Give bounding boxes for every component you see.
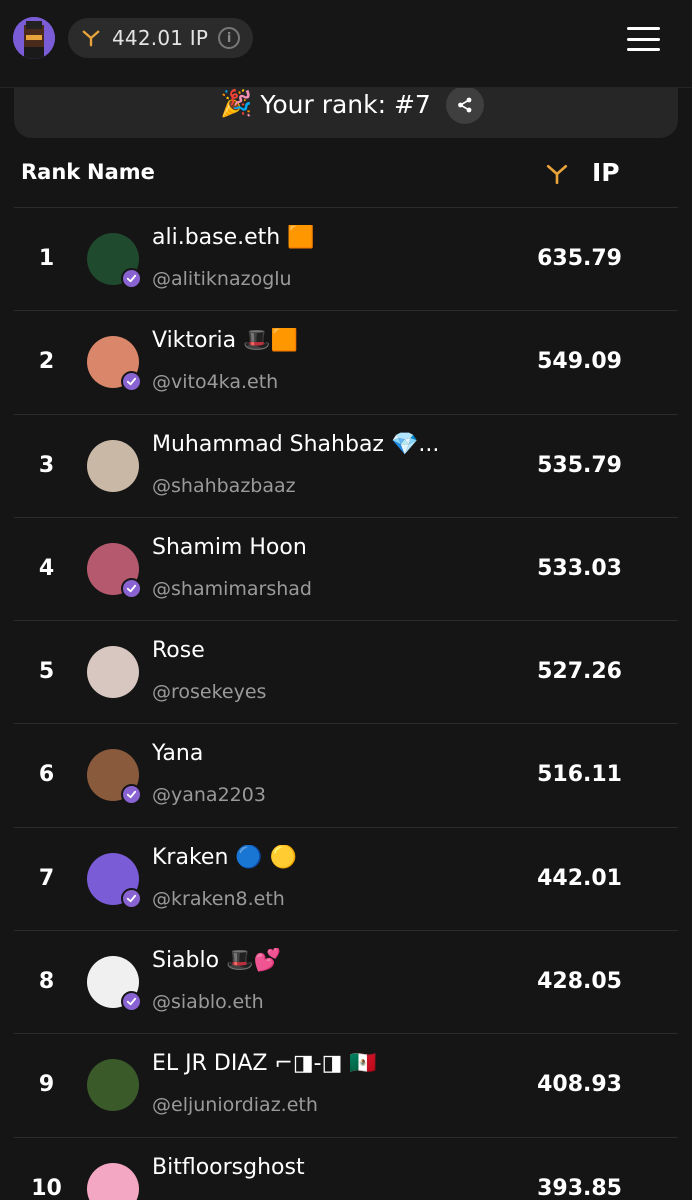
verified-badge-icon — [121, 268, 142, 289]
user-avatar[interactable] — [13, 17, 55, 59]
ip-score: 535.79 — [537, 452, 622, 478]
party-popper-icon: 🎉 — [220, 89, 253, 119]
rank-number: 1 — [38, 246, 55, 271]
ip-score: 635.79 — [537, 246, 622, 271]
rank-number: 5 — [38, 659, 55, 685]
column-header-rank[interactable]: Rank — [21, 160, 80, 184]
menu-line — [627, 37, 660, 41]
leaderboard-row[interactable]: 7 Kraken 🔵 🟡 @kraken8.eth 442.01 — [14, 828, 678, 932]
leaderboard-row[interactable]: 1 ali.base.eth 🟧 @alitiknazoglu 635.79 — [14, 208, 678, 312]
verified-badge-icon — [121, 887, 142, 909]
ip-score: 527.26 — [537, 659, 622, 685]
display-name[interactable]: Siablo 🎩💕 — [152, 948, 281, 973]
verified-badge-icon — [121, 577, 142, 599]
leaderboard-row[interactable]: 8 Siablo 🎩💕 @siablo.eth 428.05 — [14, 931, 678, 1035]
display-name[interactable]: Kraken 🔵 🟡 — [152, 845, 297, 870]
menu-line — [627, 27, 660, 30]
top-bar: 442.01 IP i — [0, 0, 692, 88]
rank-number: 7 — [38, 865, 55, 891]
display-name[interactable]: Muhammad Shahbaz 💎... — [152, 432, 439, 457]
username-handle[interactable]: @eljuniordiaz.eth — [152, 1094, 318, 1116]
rank-number: 4 — [38, 555, 55, 581]
ip-score: 516.11 — [537, 762, 622, 788]
leaderboard-row[interactable]: 3 Muhammad Shahbaz 💎... @shahbazbaaz 535… — [14, 415, 678, 518]
your-rank-label: 🎉 Your rank: #7 — [220, 89, 431, 119]
leaderboard-row[interactable]: 10 Bitfloorsghost 393.85 — [14, 1138, 678, 1200]
verified-badge-icon — [121, 371, 142, 393]
avatar[interactable] — [87, 1162, 139, 1200]
y-icon — [82, 30, 100, 47]
username-handle[interactable]: @kraken8.eth — [152, 888, 285, 910]
rank-number: 6 — [38, 762, 55, 788]
avatar[interactable] — [87, 439, 139, 492]
display-name[interactable]: ali.base.eth 🟧 — [152, 225, 315, 250]
username-handle[interactable]: @rosekeyes — [152, 681, 266, 703]
ip-score: 533.03 — [537, 555, 622, 581]
avatar[interactable] — [87, 1059, 139, 1112]
rank-number: 3 — [38, 452, 55, 478]
leaderboard-list: 1 ali.base.eth 🟧 @alitiknazoglu 635.79 2… — [14, 208, 678, 1200]
avatar[interactable] — [87, 646, 139, 699]
verified-badge-icon — [121, 784, 142, 806]
info-icon[interactable]: i — [218, 27, 241, 49]
hamburger-menu-icon[interactable] — [627, 27, 660, 51]
leaderboard-row[interactable]: 2 Viktoria 🎩🟧 @vito4ka.eth 549.09 — [14, 311, 678, 415]
y-icon — [546, 164, 568, 185]
username-handle[interactable]: @shahbazbaaz — [152, 475, 296, 497]
balance-amount: 442.01 IP — [112, 26, 209, 50]
your-rank-text: Your rank: #7 — [260, 89, 431, 119]
rank-number: 2 — [38, 349, 55, 375]
username-handle[interactable]: @siablo.eth — [152, 991, 264, 1013]
share-icon — [458, 97, 472, 113]
leaderboard-row[interactable]: 6 Yana @yana2203 516.11 — [14, 724, 678, 828]
username-handle[interactable]: @yana2203 — [152, 784, 266, 806]
ip-score: 408.93 — [537, 1072, 622, 1098]
leaderboard-row[interactable]: 5 Rose @rosekeyes 527.26 — [14, 621, 678, 725]
ip-score: 393.85 — [537, 1175, 622, 1200]
ip-score: 442.01 — [537, 865, 622, 891]
column-header-ip[interactable]: IP — [592, 158, 620, 187]
username-handle[interactable]: @shamimarshad — [152, 578, 312, 600]
leaderboard-row[interactable]: 9 EL JR DIAZ ⌐◨-◨ 🇲🇽 @eljuniordiaz.eth 4… — [14, 1034, 678, 1138]
display-name[interactable]: Shamim Hoon — [152, 535, 307, 560]
share-button[interactable] — [446, 86, 484, 124]
verified-badge-icon — [121, 991, 142, 1013]
rank-number: 8 — [38, 969, 55, 995]
username-handle[interactable]: @alitiknazoglu — [152, 268, 292, 290]
menu-line — [627, 48, 660, 51]
username-handle[interactable]: @vito4ka.eth — [152, 371, 278, 393]
leaderboard-header: Rank Name IP — [14, 150, 678, 208]
balance-pill[interactable]: 442.01 IP i — [68, 18, 253, 58]
display-name[interactable]: Viktoria 🎩🟧 — [152, 328, 298, 353]
leaderboard-row[interactable]: 4 Shamim Hoon @shamimarshad 533.03 — [14, 518, 678, 622]
ip-score: 549.09 — [537, 349, 622, 375]
display-name[interactable]: Yana — [152, 741, 203, 766]
rank-number: 10 — [31, 1175, 62, 1200]
avatar-image — [13, 17, 55, 59]
ip-score: 428.05 — [537, 969, 622, 995]
rank-number: 9 — [38, 1072, 55, 1098]
display-name[interactable]: Bitfloorsghost — [152, 1155, 305, 1180]
display-name[interactable]: Rose — [152, 638, 205, 663]
display-name[interactable]: EL JR DIAZ ⌐◨-◨ 🇲🇽 — [152, 1051, 377, 1076]
column-header-name[interactable]: Name — [87, 160, 155, 184]
